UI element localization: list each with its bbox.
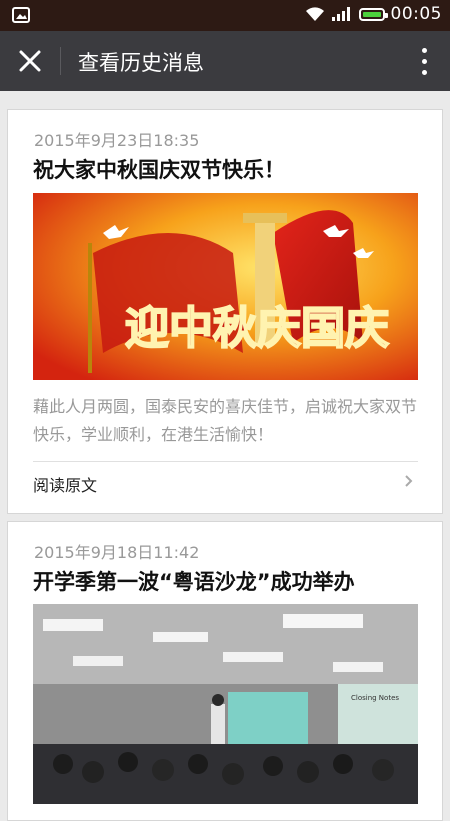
cover-image-text: 迎中秋庆国庆: [125, 303, 389, 354]
slide-text: Closing Notes: [351, 694, 399, 702]
more-vertical-icon[interactable]: [420, 48, 428, 76]
wifi-icon: [305, 7, 324, 21]
chevron-right-icon: [405, 475, 413, 487]
article-summary: 藉此人月两圆，国泰民安的喜庆佳节，启诚祝大家双节快乐，学业顺利，在港生活愉快！: [33, 397, 418, 444]
status-bar: 00:05: [0, 0, 450, 31]
appbar-divider: [60, 47, 61, 75]
close-icon[interactable]: [14, 45, 46, 77]
signal-icon: [331, 7, 350, 21]
read-original-link[interactable]: 阅读原文: [33, 461, 418, 502]
article-title[interactable]: 祝大家中秋国庆双节快乐！: [33, 154, 285, 184]
article-date: 2015年9月18日11:42: [34, 543, 200, 562]
gallery-icon: [12, 7, 30, 23]
article-date: 2015年9月23日18:35: [34, 131, 200, 150]
article-card[interactable]: 2015年9月23日18:35 祝大家中秋国庆双节快乐！ 迎中秋庆国庆 藉此人月…: [7, 109, 443, 514]
battery-icon: [358, 7, 388, 21]
article-cover-image[interactable]: Closing Notes: [33, 604, 418, 804]
article-title[interactable]: 开学季第一波“粤语沙龙”成功举办: [33, 566, 355, 596]
app-bar: 查看历史消息: [0, 31, 450, 91]
read-original-label: 阅读原文: [33, 476, 98, 495]
clock: 00:05: [390, 4, 442, 24]
article-cover-image[interactable]: 迎中秋庆国庆: [33, 193, 418, 380]
page-title: 查看历史消息: [78, 51, 204, 75]
article-card[interactable]: 2015年9月18日11:42 开学季第一波“粤语沙龙”成功举办 Closing…: [7, 521, 443, 821]
